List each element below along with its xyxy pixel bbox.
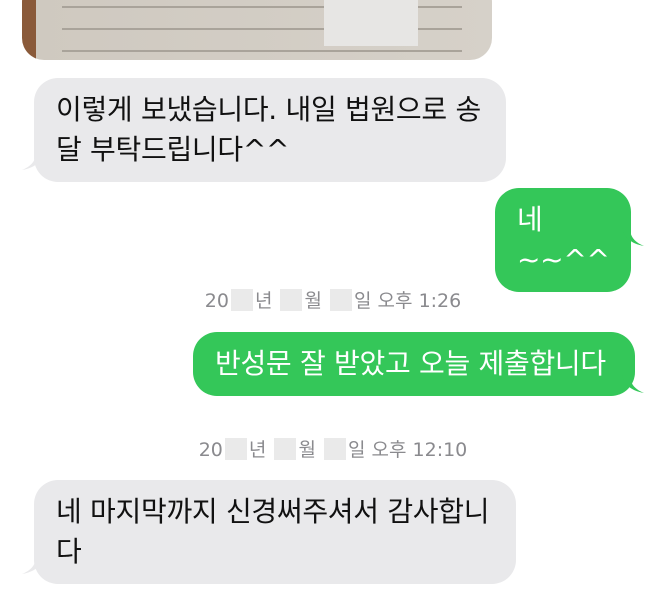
message-text: 이렇게 보냈습니다. 내일 법원으로 송달 부탁드립니다^^ bbox=[56, 93, 481, 166]
photo-line bbox=[62, 50, 462, 52]
outgoing-message[interactable]: 네~~^^ bbox=[495, 188, 631, 292]
timestamp-day-unit: 일 bbox=[354, 290, 372, 312]
message-text: 네 마지막까지 신경써주셔서 감사합니다 bbox=[56, 495, 490, 568]
timestamp-month-unit: 월 bbox=[304, 290, 322, 312]
redaction bbox=[230, 289, 253, 311]
redaction bbox=[323, 438, 346, 460]
timestamp: 20 년 월 일 오후 1:26 bbox=[0, 286, 666, 313]
timestamp-month-unit: 월 bbox=[298, 439, 316, 461]
incoming-message[interactable]: 이렇게 보냈습니다. 내일 법원으로 송달 부탁드립니다^^ bbox=[34, 78, 506, 182]
redaction bbox=[274, 438, 297, 460]
incoming-bubble-tail bbox=[22, 152, 44, 170]
redaction bbox=[330, 289, 353, 311]
timestamp-period: 오후 bbox=[377, 290, 413, 312]
outgoing-bubble-tail bbox=[622, 228, 644, 246]
photo-attachment[interactable] bbox=[22, 0, 492, 60]
incoming-message[interactable]: 네 마지막까지 신경써주셔서 감사합니다 bbox=[34, 480, 516, 584]
timestamp-year: 20 bbox=[204, 290, 229, 312]
timestamp-year-unit: 년 bbox=[254, 290, 273, 312]
message-text: 네~~^^ bbox=[517, 203, 610, 276]
timestamp-day-unit: 일 bbox=[347, 439, 366, 461]
redaction bbox=[280, 289, 303, 311]
message-text: 반성문 잘 받았고 오늘 제출합니다 bbox=[215, 347, 606, 380]
timestamp-year: 20 bbox=[198, 439, 223, 461]
outgoing-bubble-tail bbox=[622, 375, 644, 393]
timestamp-year-unit: 년 bbox=[248, 439, 267, 461]
outgoing-message[interactable]: 반성문 잘 받았고 오늘 제출합니다 bbox=[193, 332, 635, 396]
timestamp-time: 12:10 bbox=[412, 439, 468, 461]
timestamp-time: 1:26 bbox=[418, 290, 462, 312]
redaction bbox=[224, 438, 247, 460]
photo-redaction bbox=[324, 0, 418, 46]
incoming-bubble-tail bbox=[22, 556, 44, 574]
timestamp: 20 년 월 일 오후 12:10 bbox=[0, 435, 666, 462]
timestamp-period: 오후 bbox=[371, 439, 407, 461]
